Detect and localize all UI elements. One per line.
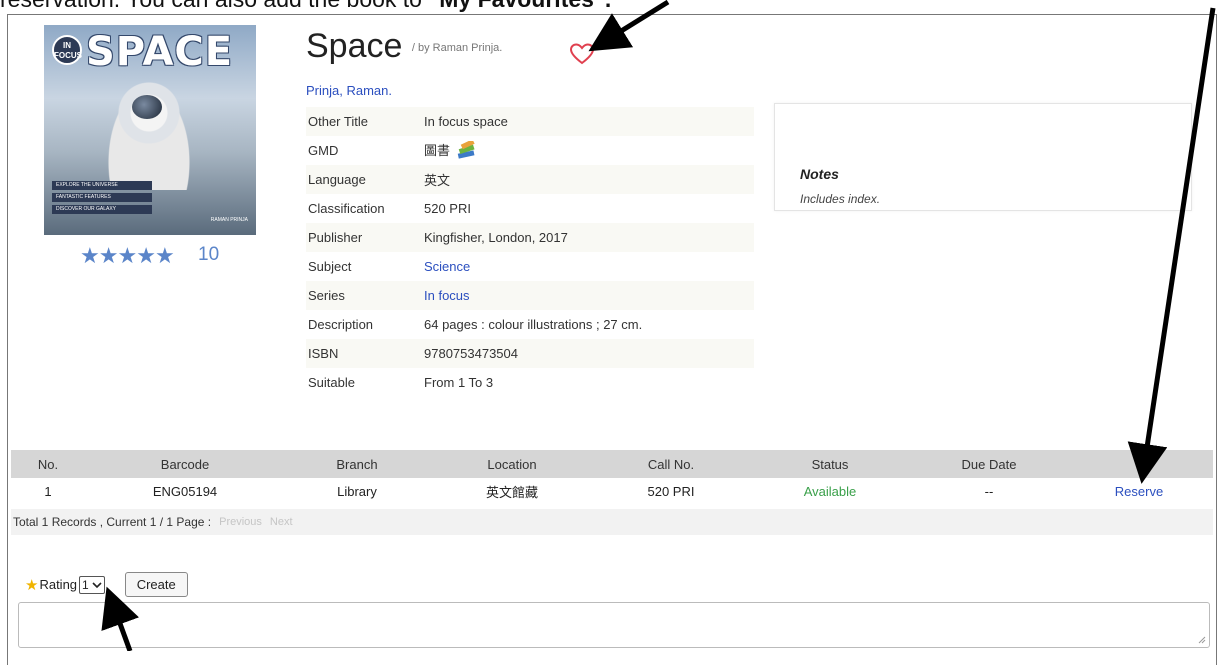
cover-badge: IN FOCUS	[52, 35, 82, 65]
star-icon: ★	[117, 243, 137, 268]
book-title-line: Space / by Raman Prinja.	[306, 27, 502, 67]
rating-label: Rating	[39, 577, 78, 592]
column-header: Location	[487, 456, 537, 472]
resize-grip-icon[interactable]	[1198, 636, 1206, 644]
column-header: Due Date	[961, 456, 1017, 472]
author-link[interactable]: Prinja, Raman.	[306, 83, 392, 98]
cell-barcode: ENG05194	[152, 484, 218, 499]
book-cover-image: IN FOCUS SPACE EXPLORE THE UNIVERSE FANT…	[44, 25, 256, 235]
books-icon	[457, 141, 475, 159]
subject-link[interactable]: Science	[424, 259, 754, 274]
favourite-heart-icon[interactable]	[570, 43, 594, 65]
cover-strip: EXPLORE THE UNIVERSE	[52, 181, 152, 190]
status-badge: Available	[803, 484, 857, 499]
detail-label: Language	[308, 172, 366, 187]
column-header	[1065, 450, 1213, 478]
book-title: Space	[306, 27, 403, 65]
rating-form: ★ Rating 1 Create	[25, 572, 188, 597]
chevron-down-icon	[92, 581, 102, 588]
detail-value: 9780753473504	[424, 346, 518, 361]
star-icon: ★	[136, 243, 156, 268]
details-table: Other Title In focus space GMD 圖書 Langua…	[306, 107, 754, 397]
detail-label: GMD	[308, 143, 339, 158]
notes-text: Includes index.	[800, 192, 881, 206]
detail-row: Other Title In focus space	[306, 107, 754, 136]
table-row: 1 ENG05194 Library 英文館藏 520 PRI Availabl…	[11, 478, 1213, 505]
column-header: Status	[811, 456, 849, 472]
cell-due-date: --	[984, 484, 994, 499]
create-button[interactable]: Create	[124, 572, 188, 597]
column-header: Barcode	[160, 456, 210, 472]
star-icon: ★	[154, 243, 175, 268]
detail-label: Suitable	[308, 375, 355, 390]
detail-value: Kingfisher, London, 2017	[424, 230, 568, 245]
star-icon: ★	[98, 243, 119, 268]
previous-page-link[interactable]: Previous	[219, 516, 262, 528]
column-header: Call No.	[647, 456, 695, 472]
holdings-table-header: No. Barcode Branch Location Call No. Sta…	[11, 450, 1213, 478]
cell-location: 英文館藏	[485, 485, 538, 500]
next-page-link[interactable]: Next	[270, 516, 293, 528]
detail-label: ISBN	[308, 346, 339, 361]
astronaut-visor	[132, 95, 162, 119]
detail-row: Suitable From 1 To 3	[306, 368, 754, 397]
notes-heading: Notes	[800, 166, 839, 182]
cover-title: SPACE	[86, 29, 234, 75]
detail-row: Description 64 pages : colour illustrati…	[306, 310, 754, 339]
detail-value: 520 PRI	[424, 201, 471, 216]
book-byline: / by Raman Prinja.	[411, 42, 503, 55]
detail-label: Other Title	[308, 114, 368, 129]
detail-label: Series	[308, 288, 345, 303]
detail-value: In focus space	[424, 114, 508, 129]
detail-row: ISBN 9780753473504	[306, 339, 754, 368]
star-icon: ★	[25, 576, 39, 594]
column-header: No.	[37, 456, 59, 472]
detail-value: 英文	[424, 173, 451, 188]
series-link[interactable]: In focus	[424, 288, 754, 303]
star-icon: ★	[80, 243, 100, 268]
cell-call-no: 520 PRI	[647, 484, 695, 499]
rating-count: 10	[198, 244, 220, 265]
cover-author: RAMAN PRINJA	[210, 217, 248, 223]
rating-select-value: 1	[82, 577, 89, 592]
detail-value: 圖書	[424, 142, 451, 158]
pager-summary: Total 1 Records , Current 1 / 1 Page :	[13, 515, 212, 529]
rating-select[interactable]: 1	[79, 575, 105, 594]
book-detail-page: IN FOCUS SPACE EXPLORE THE UNIVERSE FANT…	[7, 14, 1217, 665]
detail-label: Subject	[308, 259, 352, 274]
column-header: Branch	[336, 456, 378, 472]
detail-row: Language 英文	[306, 165, 754, 194]
detail-row: Publisher Kingfisher, London, 2017	[306, 223, 754, 252]
detail-value: 64 pages : colour illustrations ; 27 cm.	[424, 317, 643, 332]
cover-strip: DISCOVER OUR GALAXY	[52, 205, 152, 214]
detail-label: Description	[308, 317, 374, 332]
cell-no: 1	[44, 484, 52, 499]
detail-row: Subject Science	[306, 252, 754, 281]
pagination-bar: Total 1 Records , Current 1 / 1 Page : P…	[11, 509, 1213, 535]
notes-panel: Notes Includes index.	[774, 103, 1192, 211]
reserve-link[interactable]: Reserve	[1065, 478, 1213, 505]
detail-row: Classification 520 PRI	[306, 194, 754, 223]
detail-label: Classification	[308, 201, 385, 216]
cover-strip: FANTASTIC FEATURES	[52, 193, 152, 202]
instruction-text: reservation. You can also add the book t…	[0, 0, 611, 13]
cell-branch: Library	[337, 484, 377, 499]
detail-label: Publisher	[308, 230, 363, 245]
detail-value-gmd: 圖書	[424, 140, 754, 162]
rating-stars: ★★★★★	[80, 243, 175, 269]
detail-row: GMD 圖書	[306, 136, 754, 165]
detail-value: From 1 To 3	[424, 375, 494, 390]
detail-row: Series In focus	[306, 281, 754, 310]
comment-textarea[interactable]	[18, 602, 1210, 648]
